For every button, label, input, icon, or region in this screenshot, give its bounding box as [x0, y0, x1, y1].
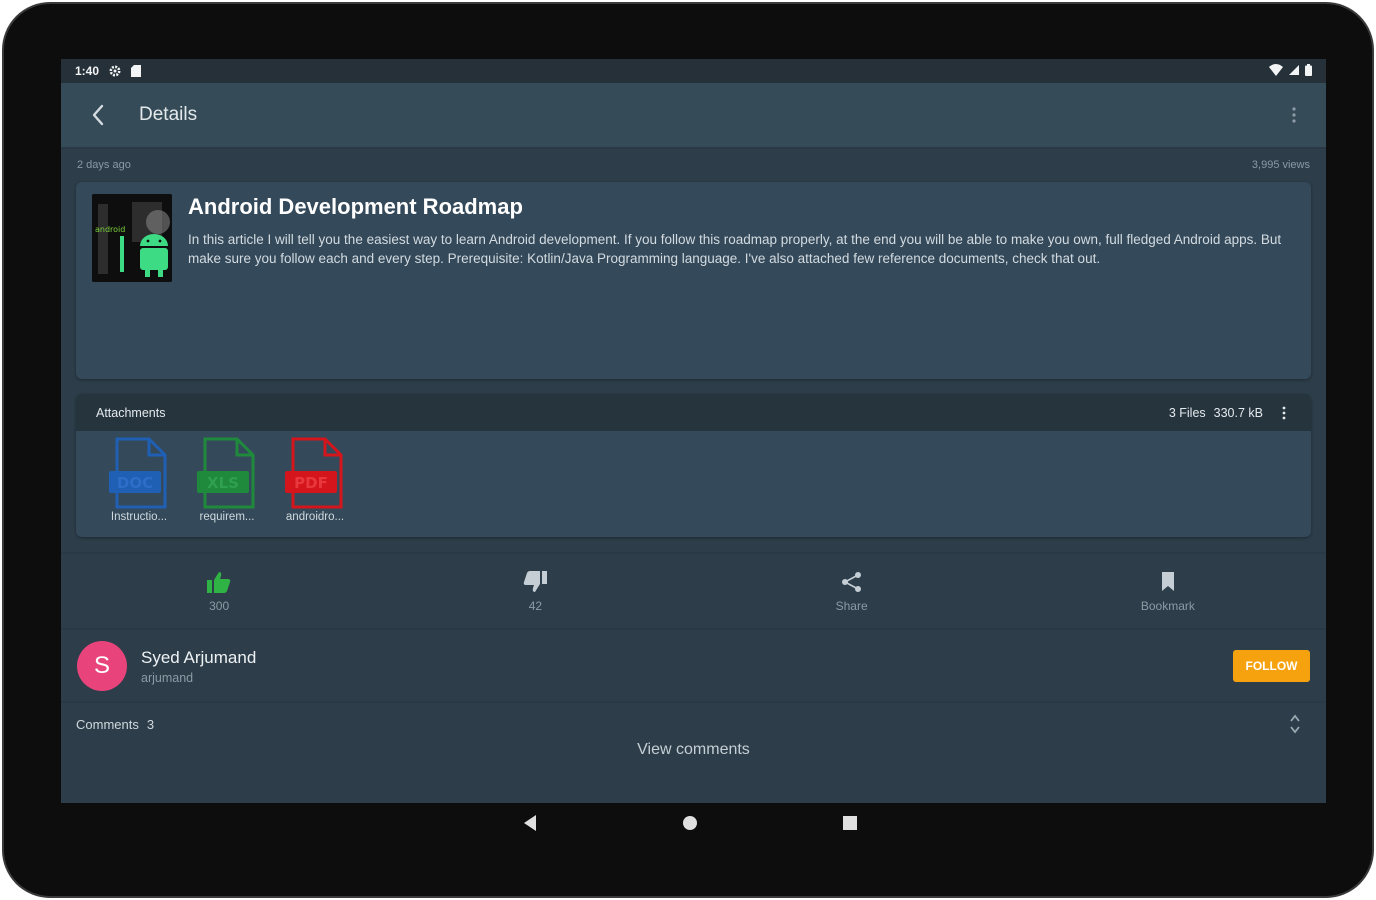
attachments-card: Attachments 3 Files 330.7 kB DOC Instruc…: [76, 394, 1311, 537]
sd-card-icon: [131, 65, 142, 77]
attachment-doc[interactable]: DOC Instructio...: [106, 437, 172, 523]
view-comments-link[interactable]: View comments: [61, 741, 1326, 759]
dislike-button[interactable]: 42: [377, 555, 693, 629]
nav-back-icon[interactable]: [515, 808, 545, 838]
author-name[interactable]: Syed Arjumand: [141, 648, 256, 668]
attachments-header: Attachments 3 Files 330.7 kB: [76, 394, 1311, 431]
settings-gear-icon: [109, 65, 121, 77]
attachments-heading: Attachments: [96, 405, 166, 420]
page-title: Details: [139, 104, 198, 125]
posted-time: 2 days ago: [77, 159, 131, 171]
screen: 1:40 Details 2 days ago 3,995 views andr…: [61, 59, 1326, 803]
doc-file-icon: DOC: [109, 437, 167, 509]
like-count: 300: [209, 599, 230, 613]
divider: [61, 552, 1326, 554]
attachments-size: 330.7 kB: [1213, 405, 1263, 420]
attachment-name: androidro...: [285, 511, 345, 523]
share-label: Share: [835, 599, 868, 613]
nav-home-icon[interactable]: [675, 808, 705, 838]
bookmark-button[interactable]: Bookmark: [1010, 555, 1326, 629]
share-button[interactable]: Share: [694, 555, 1010, 629]
tablet-frame: 1:40 Details 2 days ago 3,995 views andr…: [2, 2, 1374, 898]
action-bar: 300 42 Share Bookmark: [61, 555, 1326, 629]
back-arrow-icon[interactable]: [83, 100, 113, 130]
bookmark-icon: [1161, 572, 1174, 591]
attachment-name: Instructio...: [110, 511, 168, 523]
divider: [61, 701, 1326, 703]
system-nav-bar: [57, 800, 1322, 846]
xls-file-icon: XLS: [197, 437, 255, 509]
follow-button[interactable]: Follow: [1233, 650, 1310, 682]
wifi-icon: [1269, 63, 1283, 79]
status-time: 1:40: [75, 64, 100, 78]
author-handle: arjumand: [141, 670, 194, 685]
bookmark-label: Bookmark: [1140, 599, 1195, 613]
thumb-down-icon: [524, 571, 548, 592]
attachment-pdf[interactable]: PDF androidro...: [282, 437, 348, 523]
thumbnail-text: android: [95, 225, 125, 234]
dislike-count: 42: [528, 599, 543, 613]
article-title: Android Development Roadmap: [188, 194, 523, 219]
article-meta: 2 days ago 3,995 views: [61, 155, 1326, 175]
like-button[interactable]: 300: [61, 555, 377, 629]
attachment-name: requirem...: [199, 511, 255, 523]
comments-count: 3: [146, 716, 155, 732]
divider: [61, 628, 1326, 630]
comments-label: Comments: [76, 716, 139, 732]
app-bar: Details: [61, 83, 1326, 149]
nav-recents-icon[interactable]: [835, 808, 865, 838]
article-body: In this article I will tell you the easi…: [188, 232, 1282, 266]
svg-text:PDF: PDF: [294, 474, 328, 492]
article-thumbnail: android: [92, 194, 172, 282]
battery-icon: [1305, 63, 1312, 79]
avatar[interactable]: S: [77, 641, 127, 691]
comments-header: Comments 3: [61, 709, 1326, 739]
svg-text:DOC: DOC: [117, 474, 153, 492]
attachment-xls[interactable]: XLS requirem...: [194, 437, 260, 523]
attachments-count: 3 Files: [1168, 405, 1206, 420]
attachment-list: DOC Instructio... XLS requirem... PDF an…: [76, 431, 1311, 523]
thumb-up-icon: [207, 572, 231, 593]
pdf-file-icon: PDF: [285, 437, 343, 509]
status-bar: 1:40: [61, 59, 1326, 83]
view-count: 3,995 views: [1251, 159, 1310, 171]
share-icon: [841, 572, 861, 592]
article-card[interactable]: android Android Development Roadmap In t…: [76, 182, 1311, 379]
expand-collapse-icon[interactable]: [1285, 711, 1305, 737]
cell-signal-icon: [1289, 64, 1299, 78]
svg-text:XLS: XLS: [207, 474, 239, 492]
more-vert-icon[interactable]: [1284, 100, 1304, 130]
author-row: S Syed Arjumand arjumand Follow: [61, 631, 1326, 701]
attachments-more-icon[interactable]: [1277, 403, 1291, 423]
